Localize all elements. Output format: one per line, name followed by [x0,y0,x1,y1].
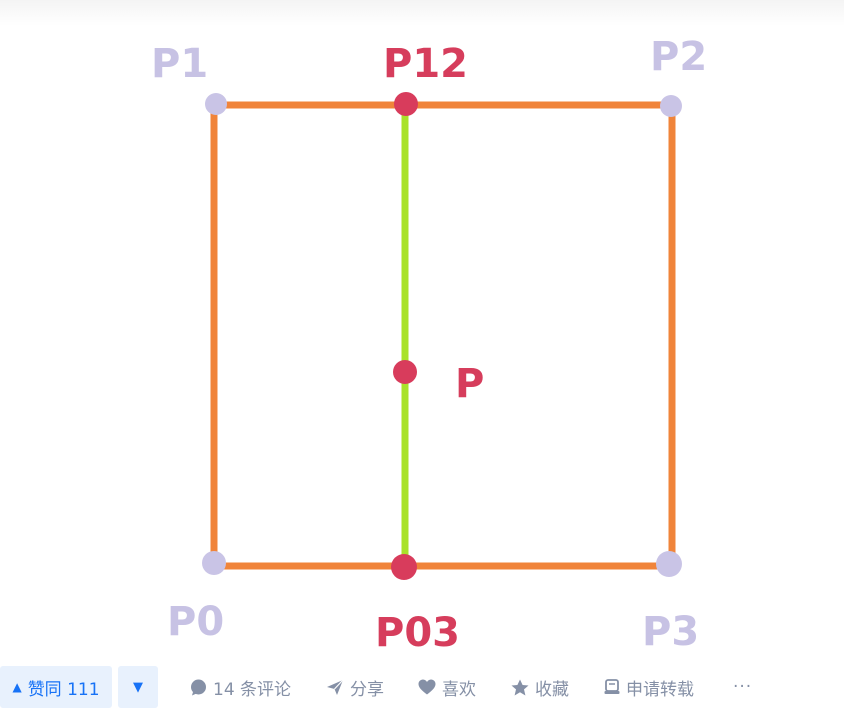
label-p0: P0 [167,599,224,645]
label-p2: P2 [650,34,707,80]
downvote-button[interactable]: ▼ [118,666,158,708]
interpolation-diagram: P1 P12 P2 P P0 P03 P3 [151,34,707,656]
paper-plane-icon [326,679,344,696]
upvote-label: 赞同 111 [27,679,100,700]
label-p1: P1 [151,41,208,87]
document-icon [604,679,620,695]
point-p03 [391,554,417,580]
like-label: 喜欢 [442,679,476,700]
more-button[interactable]: ··· [733,666,752,708]
point-p3 [656,551,682,577]
triangle-down-icon: ▼ [133,679,143,695]
label-p3: P3 [642,609,699,655]
star-icon [511,679,529,696]
more-label: ··· [733,677,753,697]
point-p [393,360,417,384]
comment-label: 14 条评论 [213,679,292,700]
repost-request-button[interactable]: 申请转载 [604,666,694,708]
triangle-up-icon: ▲ [12,680,22,694]
upvote-button[interactable]: ▲ 赞同 111 [0,666,112,708]
label-p12: P12 [383,41,468,87]
collect-label: 收藏 [535,679,569,700]
repost-label: 申请转载 [626,679,694,700]
collect-button[interactable]: 收藏 [511,666,569,708]
heart-icon [418,679,436,695]
point-p12 [394,92,418,116]
label-p03: P03 [375,610,460,656]
label-p: P [455,361,484,407]
like-button[interactable]: 喜欢 [418,666,476,708]
comment-bubble-icon [190,679,207,696]
share-button[interactable]: 分享 [326,666,384,708]
point-p2 [660,95,682,117]
point-p1 [205,93,227,115]
comment-button[interactable]: 14 条评论 [190,666,291,708]
answer-action-bar: ▲ 赞同 111 ▼ 14 条评论 分享 喜欢 收藏 申请转载 ··· [0,666,844,709]
share-label: 分享 [350,679,384,700]
point-p0 [202,551,226,575]
